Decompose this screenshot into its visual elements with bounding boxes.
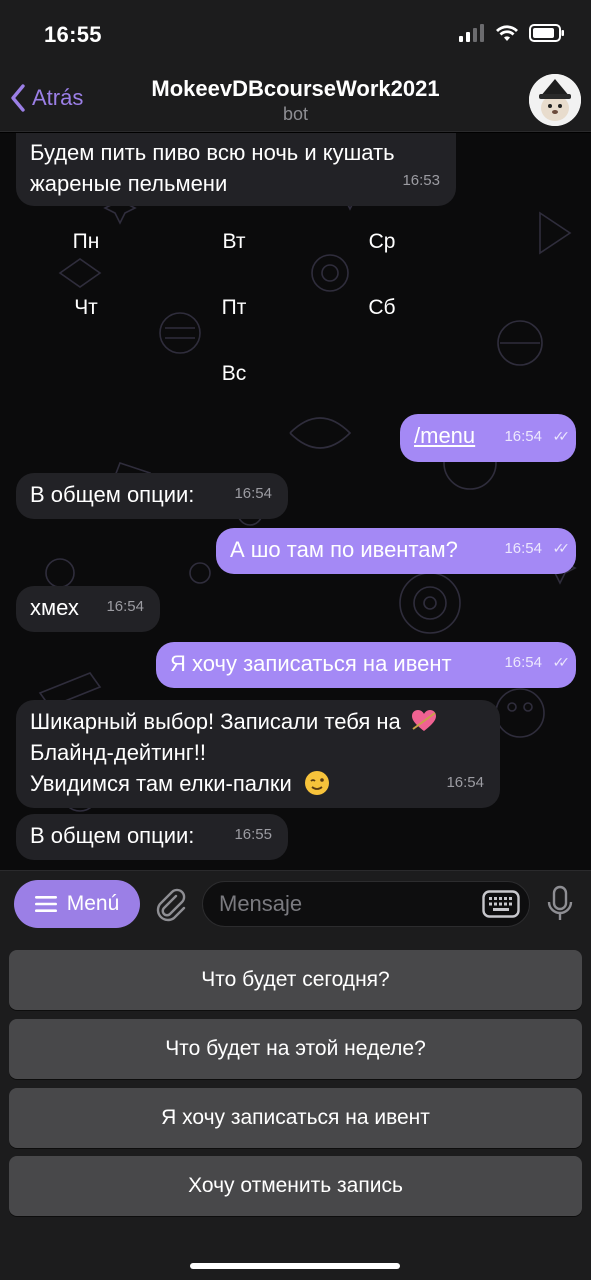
message-time: 16:54 [446,774,484,791]
message-text: Я хочу записаться на ивент [170,651,452,676]
reply-keyboard-button[interactable]: Что будет сегодня? [9,950,582,1010]
cellular-signal-icon [459,24,484,42]
message-text: В общем опции: [30,482,195,507]
avatar[interactable] [529,74,581,126]
battery-icon [529,24,564,42]
attach-paperclip-icon[interactable] [152,886,188,922]
chat-title[interactable]: MokeevDBcourseWork2021 [0,76,591,102]
message-time: 16:54 [504,540,542,557]
message-time: 16:54 [504,654,542,671]
menu-button-label: Menú [66,892,120,915]
reply-keyboard-button[interactable]: Что будет на этой неделе? [9,1019,582,1079]
bot-menu-button[interactable]: Menú [14,880,140,928]
double-check-icon: ✓✓ [552,428,571,444]
message-bubble-outgoing[interactable]: А шо там по ивентам? 16:54 ✓✓ [216,528,576,574]
message-text: хмех [30,595,79,620]
inline-button-day[interactable]: Сб [342,296,422,320]
message-text-line: Блайнд-дейтинг!! [30,740,206,765]
message-command-link[interactable]: /menu [414,423,475,448]
inline-button-day[interactable]: Вс [194,362,274,386]
message-text: А шо там по ивентам? [230,537,458,562]
hamburger-menu-icon [34,896,57,912]
message-text: Будем пить пиво всю ночь и кушать жарены… [30,140,395,196]
chat-subtitle: bot [282,104,309,124]
keyboard-toggle-icon[interactable] [482,890,520,918]
inline-button-day[interactable]: Вт [194,230,274,254]
reply-keyboard-button[interactable]: Я хочу записаться на ивент [9,1088,582,1148]
message-input[interactable] [202,881,530,927]
navigation-bar: Atrás MokeevDBcourseWork2021 bot [0,68,591,132]
bot-avatar-icon [529,74,581,126]
wifi-icon [496,25,518,41]
inline-button-day[interactable]: Ср [342,230,422,254]
microphone-icon[interactable] [546,885,574,923]
message-bubble-outgoing[interactable]: /menu 16:54 ✓✓ [400,414,576,462]
message-bubble-incoming[interactable]: хмех 16:54 [16,586,160,632]
message-time: 16:54 [234,485,272,502]
heart-arrow-emoji-icon [411,710,436,731]
message-time: 16:54 [504,428,542,445]
message-text: В общем опции: [30,823,195,848]
winking-face-emoji-icon [304,771,329,795]
message-text-line: Увидимся там елки-палки [30,768,486,799]
message-bubble-incoming[interactable]: Будем пить пиво всю ночь и кушать жарены… [16,133,456,206]
status-time: 16:55 [44,22,102,47]
message-time: 16:55 [234,826,272,843]
double-check-icon: ✓✓ [552,654,571,670]
message-bubble-outgoing[interactable]: Я хочу записаться на ивент 16:54 ✓✓ [156,642,576,688]
message-time: 16:54 [106,598,144,615]
message-bubble-incoming[interactable]: В общем опции: 16:55 [16,814,288,860]
home-indicator[interactable] [190,1263,400,1269]
reply-keyboard-button[interactable]: Хочу отменить запись [9,1156,582,1216]
inline-button-day[interactable]: Пт [194,296,274,320]
reply-keyboard: Что будет сегодня? Что будет на этой нед… [0,936,591,1280]
double-check-icon: ✓✓ [552,540,571,556]
inline-button-day[interactable]: Пн [46,230,126,254]
inline-button-day[interactable]: Чт [46,296,126,320]
status-icons [459,24,565,42]
message-text-line: Шикарный выбор! Записали тебя на [30,706,486,737]
status-bar: 16:55 [0,0,591,68]
input-bar: Menú [0,870,591,936]
chat-area[interactable]: Будем пить пиво всю ночь и кушать жарены… [0,133,591,870]
message-bubble-incoming[interactable]: Шикарный выбор! Записали тебя на Блайнд-… [16,700,500,808]
message-bubble-incoming[interactable]: В общем опции: 16:54 [16,473,288,519]
message-time: 16:53 [402,172,440,189]
